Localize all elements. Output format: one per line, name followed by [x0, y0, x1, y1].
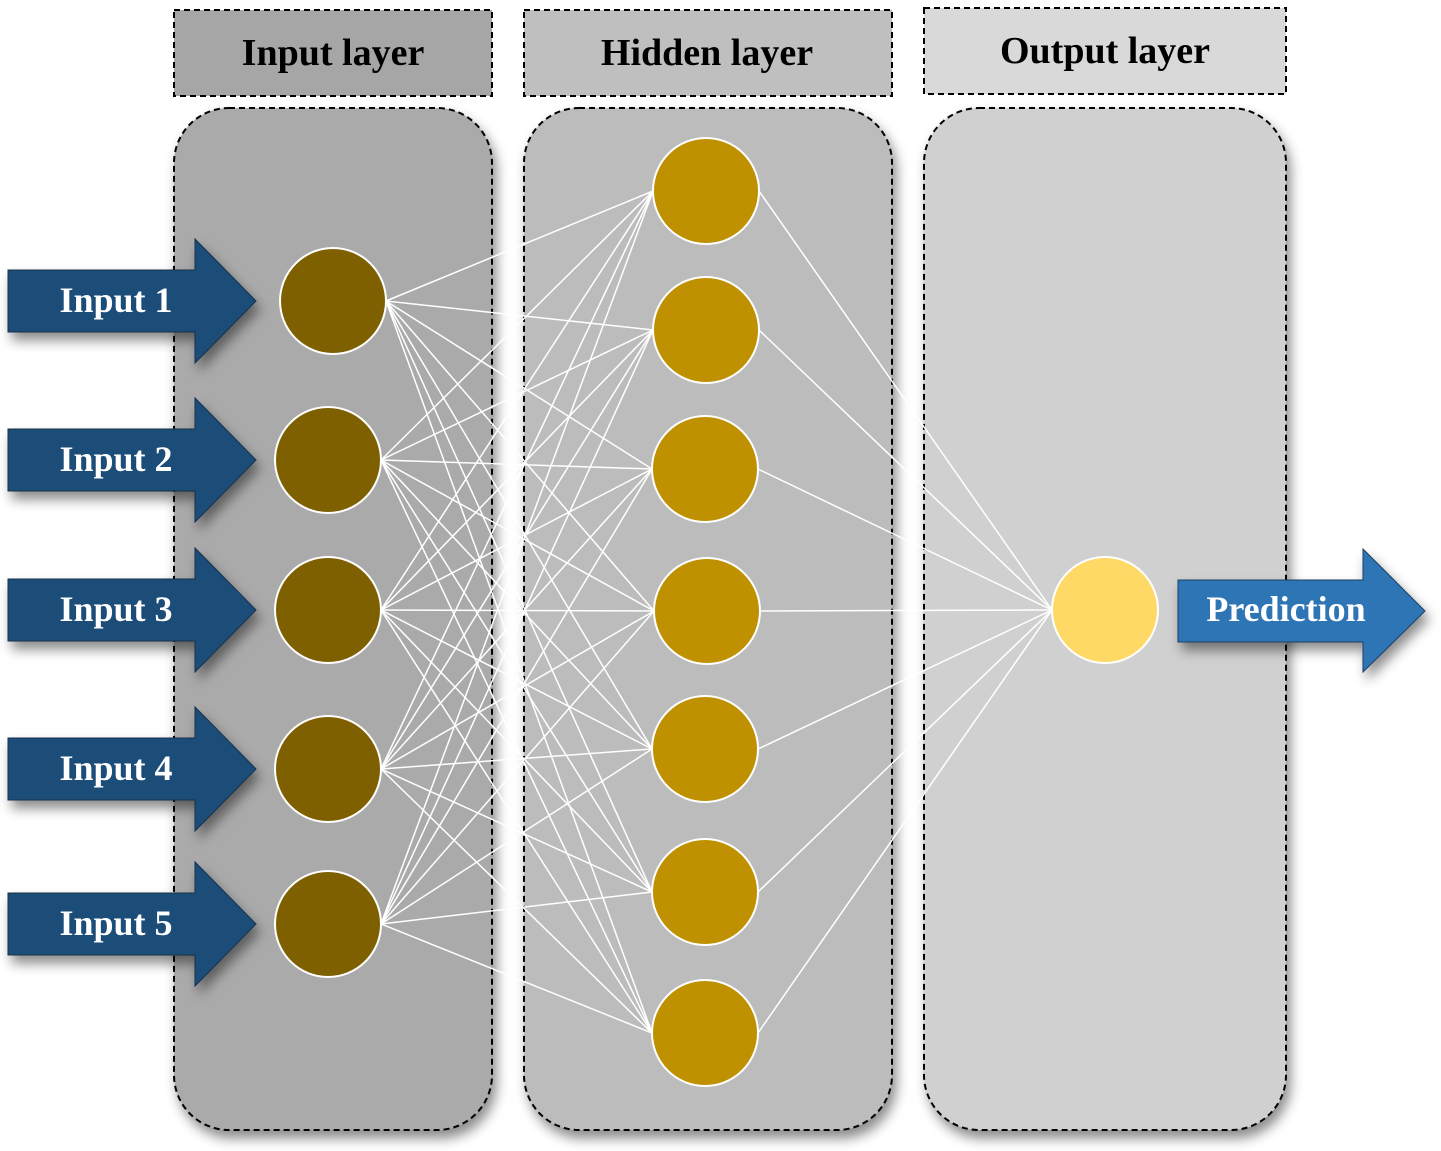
input-node-2 — [274, 406, 382, 514]
output-node — [1051, 556, 1159, 664]
hidden-node-7 — [651, 979, 759, 1087]
input-label-3: Input 3 — [59, 589, 172, 629]
hidden-node-4 — [653, 557, 761, 665]
input-layer-header: Input layer — [173, 9, 493, 97]
output-layer-header: Output layer — [923, 7, 1287, 95]
input-label-1: Input 1 — [59, 280, 172, 320]
hidden-node-6 — [651, 838, 759, 946]
input-node-5 — [274, 870, 382, 978]
input-label-5: Input 5 — [59, 903, 172, 943]
prediction-label: Prediction — [1206, 589, 1365, 629]
input-label-4: Input 4 — [59, 748, 172, 788]
output-layer-title: Output layer — [1000, 30, 1210, 72]
input-layer-title: Input layer — [242, 32, 425, 74]
hidden-node-2 — [652, 276, 760, 384]
input-node-3 — [274, 556, 382, 664]
input-label-2: Input 2 — [59, 439, 172, 479]
hidden-node-1 — [652, 137, 760, 245]
input-node-4 — [274, 715, 382, 823]
neural-network-diagram: Input layer Hidden layer Output layer In… — [7, 7, 1426, 1131]
hidden-layer-title: Hidden layer — [601, 32, 813, 74]
hidden-layer-header: Hidden layer — [523, 9, 893, 97]
connection-hidden-4-output — [759, 609, 1053, 612]
hidden-node-5 — [651, 695, 759, 803]
hidden-node-3 — [651, 415, 759, 523]
input-node-1 — [279, 247, 387, 355]
connection-input-3-hidden-4 — [380, 609, 655, 612]
